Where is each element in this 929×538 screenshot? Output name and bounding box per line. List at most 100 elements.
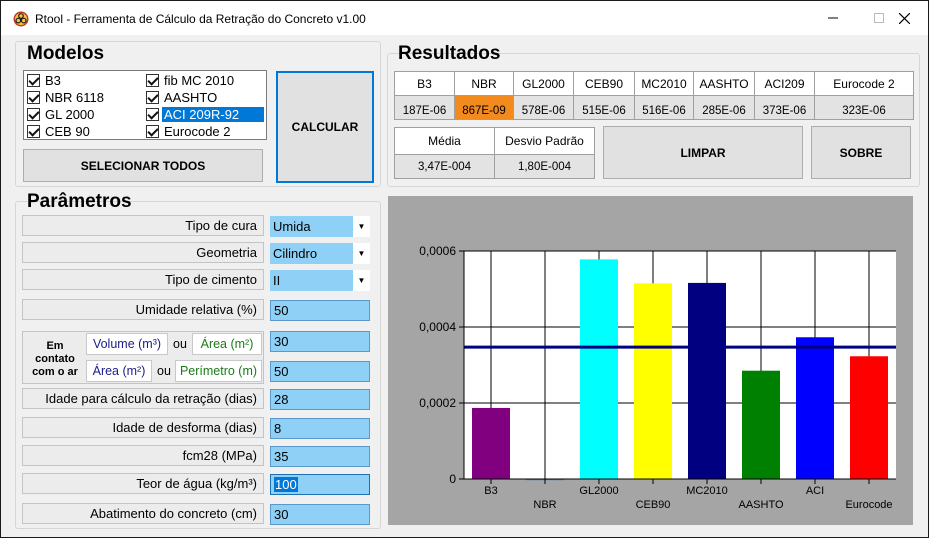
model-checkbox-b3[interactable]: B3 [27, 72, 63, 89]
stats-value-mean[interactable]: 3,47E-004 [394, 154, 495, 179]
checkbox-box[interactable] [27, 108, 40, 121]
checkbox-box[interactable] [146, 108, 159, 121]
teor-agua-input[interactable]: 100 [270, 474, 370, 495]
close-button[interactable] [881, 1, 927, 35]
results-header-cell: ACI209 [754, 71, 815, 96]
checkbox-box[interactable] [27, 74, 40, 87]
results-value-cell[interactable]: 578E-06 [513, 95, 574, 120]
results-value-cell-selected[interactable]: 867E-09 [454, 95, 514, 120]
teor-agua-label: Teor de água (kg/m³) [22, 473, 264, 494]
minimize-icon [828, 17, 838, 19]
abatimento-input[interactable]: 30 [270, 504, 370, 525]
window-title: Rtool - Ferramenta de Cálculo da Retraçã… [35, 12, 366, 26]
teor-agua-value: 100 [274, 477, 298, 492]
results-header-cell: B3 [394, 71, 455, 96]
x-tick-label: GL2000 [579, 485, 618, 497]
checkbox-box[interactable] [27, 125, 40, 138]
area-option-1[interactable]: Área (m²) [192, 333, 262, 355]
results-header-cell: NBR [454, 71, 514, 96]
results-header-cell: CEB90 [573, 71, 635, 96]
x-tick-label: Eurocode [845, 499, 892, 511]
results-value-cell[interactable]: 187E-06 [394, 95, 455, 120]
results-value-cell[interactable]: 515E-06 [573, 95, 635, 120]
tipo-cimento-value: II [270, 270, 353, 291]
results-value-cell[interactable]: 285E-06 [693, 95, 755, 120]
tipo-cura-select[interactable]: Umida ▼ [270, 216, 370, 237]
stats-header-mean: Média [394, 127, 495, 155]
tipo-cura-value: Umida [270, 216, 353, 237]
geometria-select[interactable]: Cilindro ▼ [270, 243, 370, 264]
x-tick-label: ACI [806, 485, 824, 497]
tipo-cimento-label: Tipo de cimento [22, 269, 264, 290]
parametros-title: Parâmetros [27, 191, 132, 212]
fcm28-label: fcm28 (MPa) [22, 445, 264, 466]
minimize-button[interactable] [810, 1, 856, 35]
model-checkbox-gl2000[interactable]: GL 2000 [27, 106, 96, 123]
resultados-title: Resultados [398, 43, 501, 64]
bar-eurocode [850, 356, 888, 479]
contact-area-box: Em contato com o ar Volume (m³) ou Área … [22, 331, 264, 384]
tipo-cura-label: Tipo de cura [22, 215, 264, 236]
model-checkbox-eurocode2[interactable]: Eurocode 2 [146, 123, 233, 140]
checkbox-box[interactable] [146, 91, 159, 104]
checkbox-box[interactable] [27, 91, 40, 104]
bar-aashto [742, 370, 780, 479]
ou-label-2: ou [157, 364, 171, 378]
results-value-cell[interactable]: 516E-06 [634, 95, 694, 120]
model-checkbox-fibmc2010[interactable]: fib MC 2010 [146, 72, 236, 89]
modelos-checklist: B3 NBR 6118 GL 2000 CEB 90 fib MC 2010 A… [23, 70, 267, 140]
area-perimetro-input[interactable]: 50 [270, 361, 370, 382]
x-tick-label: MC2010 [686, 485, 728, 497]
model-checkbox-aci209[interactable]: ACI 209R-92 [146, 106, 264, 123]
bar-aci [796, 337, 834, 479]
stats-header-stddev: Desvio Padrão [494, 127, 595, 155]
volume-area-input[interactable]: 30 [270, 331, 370, 352]
x-tick-label: NBR [533, 499, 556, 511]
results-header-cell: AASHTO [693, 71, 755, 96]
checkbox-box[interactable] [146, 125, 159, 138]
bar-b3 [472, 407, 510, 479]
x-tick-label: B3 [484, 485, 497, 497]
umidade-input[interactable]: 50 [270, 300, 370, 321]
idade-retracao-label: Idade para cálculo da retração (dias) [22, 388, 264, 409]
modelos-title: Modelos [27, 43, 105, 64]
about-button[interactable]: SOBRE [811, 126, 911, 179]
geometria-label: Geometria [22, 242, 264, 263]
model-checkbox-ceb90[interactable]: CEB 90 [27, 123, 92, 140]
clear-button[interactable]: LIMPAR [603, 126, 803, 179]
calculate-button[interactable]: CALCULAR [276, 71, 374, 183]
geometria-value: Cilindro [270, 243, 353, 264]
results-value-cell[interactable]: 373E-06 [754, 95, 815, 120]
y-tick-label: 0 [449, 472, 456, 486]
bar-gl2000 [580, 259, 618, 479]
tipo-cimento-select[interactable]: II ▼ [270, 270, 370, 291]
y-tick-label: 0,0004 [419, 320, 456, 334]
results-value-cell[interactable]: 323E-06 [814, 95, 914, 120]
checkbox-box[interactable] [146, 74, 159, 87]
perimetro-option[interactable]: Perímetro (m) [175, 360, 262, 382]
abatimento-label: Abatimento do concreto (cm) [22, 503, 264, 524]
volume-option[interactable]: Volume (m³) [86, 333, 168, 355]
umidade-label: Umidade relativa (%) [22, 299, 264, 320]
results-header-cell: Eurocode 2 [814, 71, 914, 96]
idade-desforma-input[interactable]: 8 [270, 418, 370, 439]
app-window: Rtool - Ferramenta de Cálculo da Retraçã… [0, 0, 929, 538]
chevron-down-icon[interactable]: ▼ [353, 270, 370, 291]
idade-desforma-label: Idade de desforma (dias) [22, 417, 264, 438]
chevron-down-icon[interactable]: ▼ [353, 216, 370, 237]
select-all-button[interactable]: SELECIONAR TODOS [23, 149, 263, 182]
model-checkbox-aashto[interactable]: AASHTO [146, 89, 219, 106]
area-option-2[interactable]: Área (m²) [86, 360, 152, 382]
x-tick-label: CEB90 [636, 499, 671, 511]
fcm28-input[interactable]: 35 [270, 446, 370, 467]
title-bar: Rtool - Ferramenta de Cálculo da Retraçã… [1, 1, 928, 35]
stats-value-stddev[interactable]: 1,80E-004 [494, 154, 595, 179]
idade-retracao-input[interactable]: 28 [270, 389, 370, 410]
shrinkage-bar-chart: 0 0,0002 0,0004 0,0006 B3 NBR GL2000 CEB90 MC201… [419, 244, 896, 511]
bar-ceb90 [634, 283, 672, 479]
chevron-down-icon[interactable]: ▼ [353, 243, 370, 264]
contact-label: Em contato com o ar [32, 340, 78, 378]
model-checkbox-nbr6118[interactable]: NBR 6118 [27, 89, 106, 106]
chart-area: 0 0,0002 0,0004 0,0006 B3 NBR GL2000 CEB90 MC201… [388, 196, 913, 525]
y-tick-label: 0,0006 [419, 244, 456, 258]
